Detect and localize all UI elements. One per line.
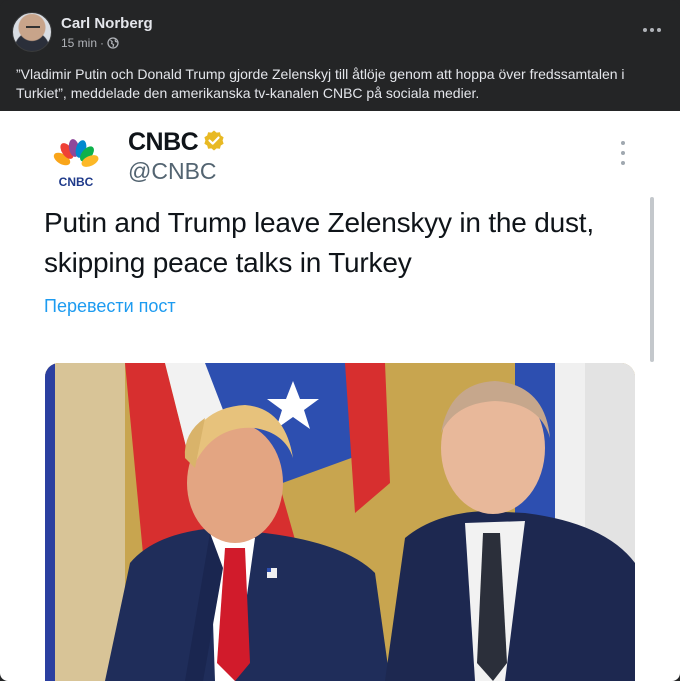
post-text: ”Vladimir Putin och Donald Trump gjorde … bbox=[16, 66, 625, 101]
tweet-more-icon[interactable] bbox=[619, 141, 627, 165]
more-options-icon[interactable] bbox=[638, 20, 666, 40]
translate-post-link[interactable]: Перевести пост bbox=[44, 296, 176, 317]
author-avatar[interactable] bbox=[12, 12, 52, 52]
author-name[interactable]: Carl Norberg bbox=[61, 15, 153, 32]
cnbc-logo-text: CNBC bbox=[59, 175, 94, 189]
meta-separator: · bbox=[100, 36, 105, 50]
post-time[interactable]: 15 min bbox=[61, 36, 97, 50]
tweet-text: Putin and Trump leave Zelenskyy in the d… bbox=[44, 207, 594, 278]
post-meta: 15 min · bbox=[61, 36, 119, 50]
tweet-handle[interactable]: @CNBC bbox=[128, 158, 217, 185]
globe-icon[interactable] bbox=[107, 37, 119, 49]
tweet-account-name[interactable]: CNBC bbox=[128, 128, 199, 157]
facebook-post: Carl Norberg 15 min · ”Vladimir Putin oc… bbox=[0, 0, 680, 681]
verified-badge-icon bbox=[204, 130, 224, 151]
scrollbar[interactable] bbox=[650, 197, 654, 362]
cnbc-logo: CNBC bbox=[53, 139, 99, 189]
shared-image[interactable]: CNBC CNBC @CNBC Putin and Trump leave Ze… bbox=[0, 111, 680, 681]
tweet-photo[interactable] bbox=[45, 363, 635, 681]
post-header: Carl Norberg 15 min · bbox=[0, 0, 680, 62]
